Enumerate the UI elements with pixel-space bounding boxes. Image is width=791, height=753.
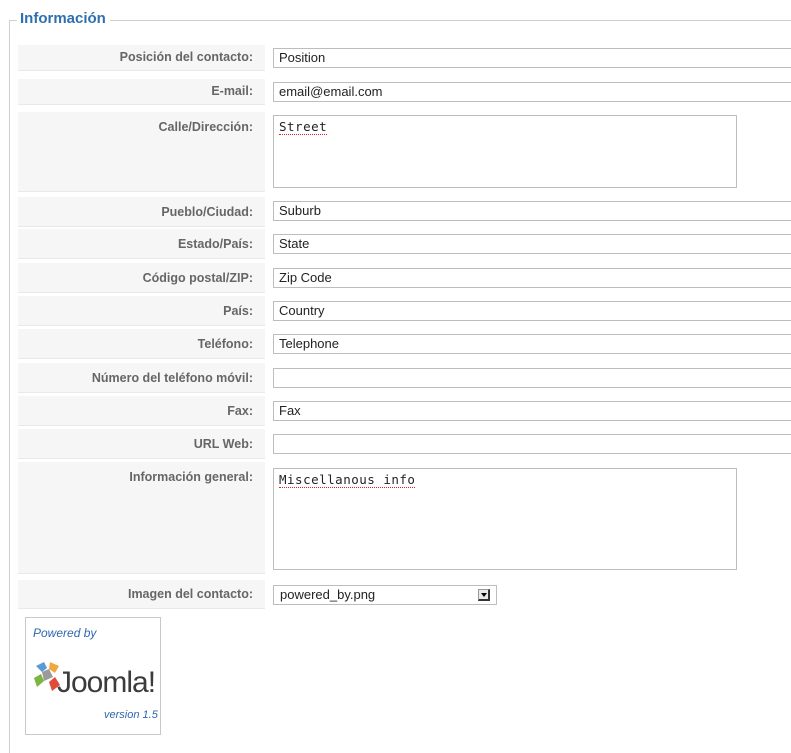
street-label: Calle/Dirección: <box>18 112 265 192</box>
row-misc: Información general: Miscellanous info <box>18 462 791 574</box>
row-mobile: Número del teléfono móvil: <box>18 363 791 393</box>
fieldset-legend: Información <box>17 8 110 30</box>
row-position: Posición del contacto: Position <box>18 45 791 71</box>
dropdown-arrow-icon[interactable] <box>478 589 490 601</box>
version-text: version 1.5 <box>104 709 158 721</box>
fax-input[interactable]: Fax <box>273 401 791 421</box>
image-select[interactable]: powered_by.png <box>273 585 497 605</box>
misc-textarea[interactable]: Miscellanous info <box>273 468 737 570</box>
image-select-value: powered_by.png <box>280 587 376 602</box>
misc-text: Miscellanous info <box>279 472 416 488</box>
row-country: País: Country <box>18 296 791 326</box>
row-image: Imagen del contacto: powered_by.png <box>18 580 791 609</box>
country-input[interactable]: Country <box>273 301 791 321</box>
street-textarea[interactable]: Street <box>273 115 737 188</box>
state-label: Estado/País: <box>18 229 265 259</box>
contact-image-preview: Powered by Joomla! version 1.5 <box>25 617 161 735</box>
mobile-input[interactable] <box>273 368 791 388</box>
fax-label: Fax: <box>18 396 265 426</box>
webpage-input[interactable] <box>273 434 791 454</box>
row-state: Estado/País: State <box>18 229 791 259</box>
row-telephone: Teléfono: Telephone <box>18 329 791 359</box>
webpage-label: URL Web: <box>18 429 265 459</box>
mobile-label: Número del teléfono móvil: <box>18 363 265 393</box>
postcode-label: Código postal/ZIP: <box>18 263 265 293</box>
telephone-input[interactable]: Telephone <box>273 334 791 354</box>
joomla-brand-text: Joomla! <box>57 666 156 699</box>
image-label: Imagen del contacto: <box>18 580 265 609</box>
row-postcode: Código postal/ZIP: Zip Code <box>18 263 791 293</box>
country-label: País: <box>18 296 265 326</box>
street-text: Street <box>279 119 328 135</box>
suburb-input[interactable]: Suburb <box>273 201 791 221</box>
row-webpage: URL Web: <box>18 429 791 459</box>
row-fax: Fax: Fax <box>18 396 791 426</box>
position-input[interactable]: Position <box>273 48 791 68</box>
powered-by-text: Powered by <box>33 626 97 640</box>
state-input[interactable]: State <box>273 234 791 254</box>
email-input[interactable]: email@email.com <box>273 82 791 102</box>
misc-label: Información general: <box>18 462 265 574</box>
row-email: E-mail: email@email.com <box>18 79 791 105</box>
position-label: Posición del contacto: <box>18 45 265 71</box>
postcode-input[interactable]: Zip Code <box>273 268 791 288</box>
suburb-label: Pueblo/Ciudad: <box>18 197 265 227</box>
telephone-label: Teléfono: <box>18 329 265 359</box>
row-suburb: Pueblo/Ciudad: Suburb <box>18 197 791 227</box>
email-label: E-mail: <box>18 79 265 105</box>
row-street: Calle/Dirección: Street <box>18 112 791 192</box>
